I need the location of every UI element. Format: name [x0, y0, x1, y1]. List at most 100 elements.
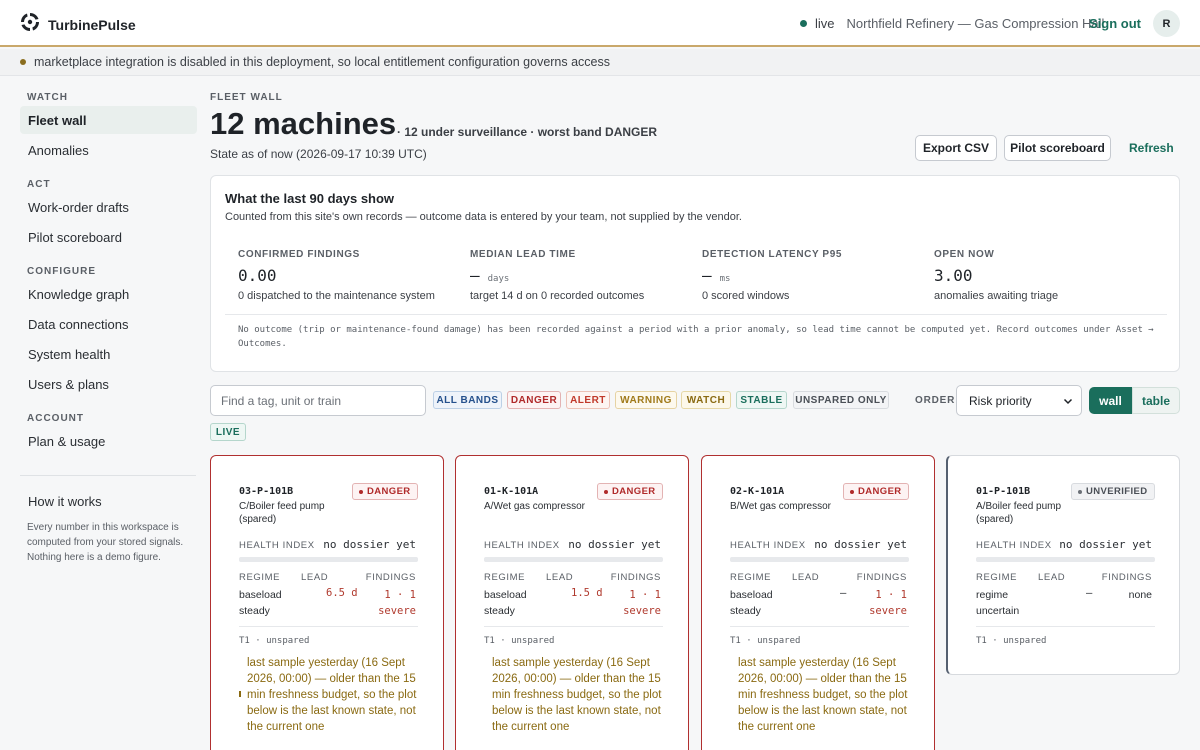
view-toggle-table[interactable]: table	[1132, 387, 1180, 414]
sidebar-item-system-health[interactable]: System health	[20, 340, 197, 368]
sidebar-item-data-connections[interactable]: Data connections	[20, 310, 197, 338]
findings-value: 1 · 1 severe	[869, 589, 907, 617]
how-it-works-note: Every number in this workspace is comput…	[27, 522, 184, 563]
findings-header: FINDINGS	[365, 572, 416, 583]
status-badge: UNVERIFIED	[1071, 483, 1155, 500]
machine-tag: 03-P-101B	[239, 486, 294, 497]
health-index-label: HEALTH INDEX	[730, 540, 806, 551]
page-subtitle: · 12 under surveillance · worst band DAN…	[397, 125, 658, 139]
sidebar: WATCH Fleet wall Anomalies ACT Work-orde…	[0, 77, 210, 750]
machine-card[interactable]: 01-K-101A A/Wet gas compressor DANGER HE…	[455, 455, 689, 750]
regime-header: REGIME	[484, 572, 526, 583]
sidebar-item-anomalies[interactable]: Anomalies	[20, 136, 197, 164]
status-badge-label: UNVERIFIED	[1086, 486, 1148, 497]
sidebar-item-users-plans[interactable]: Users & plans	[20, 370, 197, 398]
chevron-down-icon	[1063, 395, 1073, 409]
kpi-value: — ms	[702, 266, 922, 286]
summary-footnote: No outcome (trip or maintenance-found da…	[238, 325, 1154, 349]
health-index-bar	[484, 557, 663, 562]
filter-chip-alert[interactable]: ALERT	[566, 391, 610, 409]
card-divider	[239, 626, 418, 627]
sidebar-item-knowledge-graph[interactable]: Knowledge graph	[20, 280, 197, 308]
health-index-value: no dossier yet	[814, 538, 907, 551]
tier-label: T1 · unspared	[239, 636, 310, 646]
filter-chip-unspared-only[interactable]: UNSPARED ONLY	[793, 391, 889, 409]
machine-card[interactable]: 01-P-101B A/Boiler feed pump (spared) UN…	[946, 455, 1180, 675]
lead-value: 6.5 d	[326, 587, 358, 599]
sidebar-item-plan-usage[interactable]: Plan & usage	[20, 427, 197, 455]
lead-header: LEAD	[301, 572, 329, 583]
export-csv-button[interactable]: Export CSV	[915, 135, 997, 161]
filter-chip-all-bands[interactable]: ALL BANDS	[433, 391, 502, 409]
refresh-button[interactable]: Refresh	[1129, 141, 1174, 155]
tier-label: T1 · unspared	[484, 636, 555, 646]
brand[interactable]: TurbinePulse	[20, 12, 136, 37]
filter-chip-live[interactable]: LIVE	[210, 423, 246, 441]
stale-warning: last sample yesterday (16 Sept 2026, 00:…	[492, 657, 662, 733]
machine-card[interactable]: 03-P-101B C/Boiler feed pump (spared) DA…	[210, 455, 444, 750]
search-input[interactable]	[210, 385, 426, 416]
sign-out-link[interactable]: Sign out	[1089, 16, 1141, 31]
machine-tag: 02-K-101A	[730, 486, 785, 497]
stale-warning: last sample yesterday (16 Sept 2026, 00:…	[247, 657, 417, 733]
machine-name: C/Boiler feed pump (spared)	[239, 501, 325, 525]
status-badge-label: DANGER	[858, 486, 902, 497]
sidebar-item-work-order-drafts[interactable]: Work-order drafts	[20, 193, 197, 221]
filter-chip-stable[interactable]: STABLE	[736, 391, 787, 409]
sidebar-divider	[20, 475, 196, 476]
status-badge-label: DANGER	[612, 486, 656, 497]
kpi-confirmed-findings: CONFIRMED FINDINGS 0.00 0 dispatched to …	[238, 249, 458, 302]
danger-dot-icon	[359, 489, 363, 494]
kpi-open-now: OPEN NOW 3.00 anomalies awaiting triage	[934, 249, 1154, 302]
order-label: ORDER	[915, 395, 956, 406]
stale-warning: last sample yesterday (16 Sept 2026, 00:…	[738, 657, 908, 733]
notice-text: marketplace integration is disabled in t…	[34, 55, 611, 69]
tier-label: T1 · unspared	[730, 636, 801, 646]
machine-tag: 01-K-101A	[484, 486, 539, 497]
filter-chip-danger[interactable]: DANGER	[507, 391, 561, 409]
tier-label: T1 · unspared	[976, 636, 1047, 646]
turbine-logo-icon	[20, 12, 40, 37]
filter-chip-warning[interactable]: WARNING	[615, 391, 677, 409]
avatar[interactable]: R	[1153, 10, 1180, 37]
live-status: live Northfield Refinery — Gas Compressi…	[800, 16, 1104, 31]
findings-value: 1 · 1 severe	[623, 589, 661, 617]
status-badge: DANGER	[597, 483, 663, 500]
how-it-works-link[interactable]: How it works	[28, 494, 102, 509]
kpi-note: target 14 d on 0 recorded outcomes	[470, 290, 645, 302]
regime-value: baseload steady	[239, 589, 282, 617]
kpi-note: anomalies awaiting triage	[934, 290, 1059, 302]
lead-header: LEAD	[1038, 572, 1066, 583]
page-title: 12 machines	[210, 106, 397, 141]
order-select[interactable]: Risk priority	[956, 385, 1082, 416]
sidebar-item-fleet-wall[interactable]: Fleet wall	[20, 106, 197, 134]
regime-header: REGIME	[730, 572, 772, 583]
kpi-unit: ms	[719, 274, 731, 284]
regime-header: REGIME	[239, 572, 281, 583]
health-index-bar	[730, 557, 909, 562]
summary-description: Counted from this site's own records — o…	[225, 211, 742, 223]
danger-dot-icon	[850, 489, 854, 494]
notice-dot-icon	[20, 59, 26, 65]
machine-name: A/Boiler feed pump (spared)	[976, 501, 1062, 525]
health-index-value: no dossier yet	[568, 538, 661, 551]
summary-card: What the last 90 days show Counted from …	[210, 175, 1180, 372]
status-badge-label: DANGER	[367, 486, 411, 497]
danger-dot-icon	[604, 489, 608, 494]
regime-value: baseload steady	[730, 589, 773, 617]
status-badge: DANGER	[352, 483, 418, 500]
view-toggle-wall[interactable]: wall	[1089, 387, 1132, 414]
health-index-value: no dossier yet	[323, 538, 416, 551]
kpi-label: OPEN NOW	[934, 249, 995, 260]
lead-value: —	[840, 587, 847, 599]
sidebar-item-pilot-scoreboard[interactable]: Pilot scoreboard	[20, 223, 197, 251]
sidebar-section-act: ACT	[27, 179, 51, 190]
regime-value: baseload steady	[484, 589, 527, 617]
machine-card[interactable]: 02-K-101A B/Wet gas compressor DANGER HE…	[701, 455, 935, 750]
filter-chip-watch[interactable]: WATCH	[681, 391, 731, 409]
brand-name: TurbinePulse	[48, 16, 136, 33]
pilot-scoreboard-button[interactable]: Pilot scoreboard	[1004, 135, 1111, 161]
findings-value: none	[1128, 589, 1152, 601]
site-name: Northfield Refinery — Gas Compression Ha…	[846, 16, 1105, 31]
sidebar-section-configure: CONFIGURE	[27, 266, 96, 277]
